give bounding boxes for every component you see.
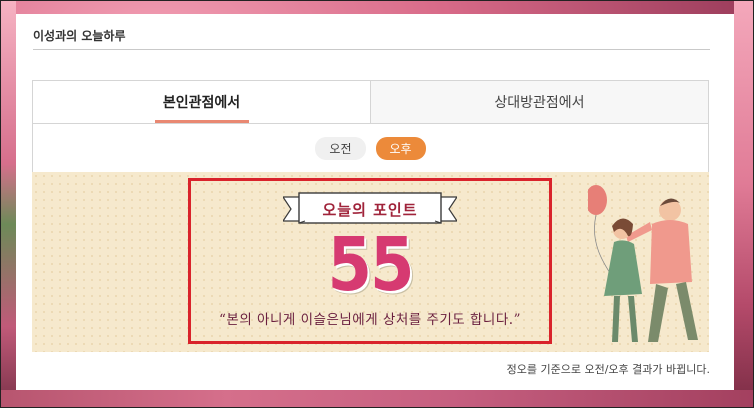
window-frame xyxy=(0,0,754,408)
